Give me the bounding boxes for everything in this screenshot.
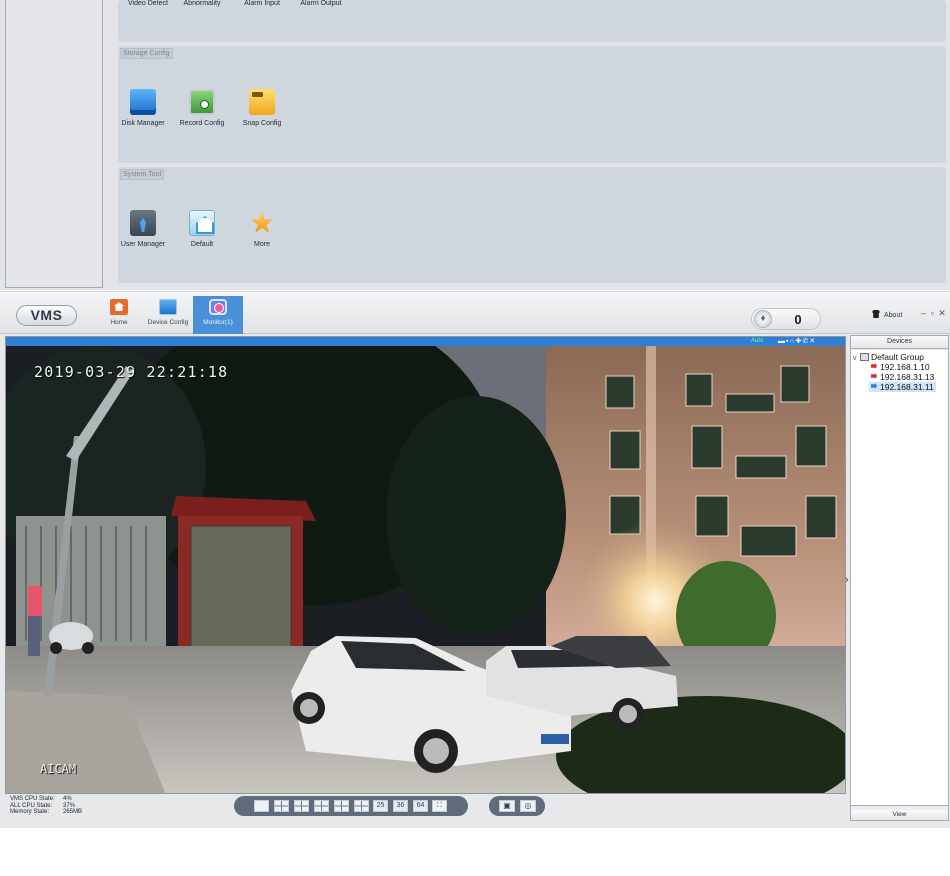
alarm-output-label[interactable]: Alarm Output bbox=[291, 0, 351, 7]
window-controls[interactable]: – ▫ ✕ bbox=[921, 308, 947, 319]
device-item-selected[interactable]: 192.168.31.11 bbox=[869, 382, 936, 392]
disk-manager-label: Disk Manager bbox=[121, 120, 165, 127]
view-button[interactable]: View bbox=[851, 810, 948, 820]
camera-feed-image bbox=[6, 346, 845, 793]
layout-4-icon[interactable] bbox=[274, 800, 289, 812]
user-manager-icon bbox=[130, 210, 156, 236]
device-item[interactable]: 192.168.1.10 bbox=[869, 362, 932, 372]
vms-logo: VMS bbox=[16, 305, 77, 326]
fullscreen-icon[interactable]: ⛶ bbox=[432, 800, 447, 812]
layout-1-icon[interactable] bbox=[254, 800, 269, 812]
layout-16-icon[interactable] bbox=[354, 800, 369, 812]
video-toolbar: Auto ▬▪∩✚✆✕ bbox=[6, 337, 845, 346]
record-config-label: Record Config bbox=[179, 120, 225, 127]
user-manager-label: User Manager bbox=[120, 241, 166, 248]
device-item[interactable]: 192.168.31.13 bbox=[869, 372, 936, 382]
group-label: Default Group bbox=[871, 352, 924, 362]
alarm-bulb-icon: ♦ bbox=[754, 310, 772, 328]
device-tree: v Default Group 192.168.1.10 192.168.31.1… bbox=[851, 350, 948, 806]
refresh-icon[interactable]: ◎ bbox=[520, 800, 536, 812]
layout-9-icon[interactable] bbox=[334, 800, 349, 812]
layout-toolbar: 25 36 64 ⛶ bbox=[234, 796, 468, 816]
collapse-panel-arrow-icon[interactable]: › bbox=[845, 574, 849, 586]
monitor-icon bbox=[209, 299, 227, 315]
record-config-icon bbox=[189, 89, 215, 115]
device-ip: 192.168.31.13 bbox=[880, 372, 935, 382]
system-status: VMS CPU State: 4% ALL CPU State: 37% Memor… bbox=[10, 796, 82, 816]
more-label: More bbox=[254, 241, 270, 248]
disk-manager-button[interactable]: Disk Manager bbox=[113, 89, 173, 127]
alarm-input-label[interactable]: Alarm Input bbox=[232, 0, 292, 7]
group-icon bbox=[860, 353, 869, 361]
snap-config-button[interactable]: Snap Config bbox=[232, 89, 292, 127]
alarm-indicator[interactable]: ♦ 0 bbox=[751, 308, 821, 330]
default-label: Default bbox=[190, 241, 214, 248]
camera-offline-icon bbox=[871, 363, 877, 369]
chevron-down-icon[interactable]: v bbox=[853, 355, 860, 362]
camera-offline-icon bbox=[871, 373, 877, 379]
about-label: About bbox=[884, 312, 903, 319]
system-tool-panel: System Tool User Manager Default More bbox=[118, 167, 946, 283]
config-category-list[interactable] bbox=[5, 0, 103, 288]
devices-panel: Devices v Default Group 192.168.1.10 192.… bbox=[850, 335, 949, 821]
tshirt-icon bbox=[872, 310, 880, 318]
snap-config-label: Snap Config bbox=[242, 120, 282, 127]
all-cpu-value: 37% bbox=[63, 802, 76, 809]
snap-config-icon bbox=[249, 89, 275, 115]
stream-status: Auto bbox=[751, 338, 764, 344]
tree-group-default[interactable]: v Default Group bbox=[853, 352, 924, 362]
device-ip: 192.168.31.11 bbox=[880, 382, 934, 392]
storage-config-panel: Storage Config Disk Manager Record Confi… bbox=[118, 46, 946, 163]
user-manager-button[interactable]: User Manager bbox=[113, 210, 173, 248]
device-config-icon bbox=[159, 299, 177, 315]
memory-value: 265MB bbox=[63, 809, 83, 815]
more-button[interactable]: More bbox=[232, 210, 292, 248]
video-detect-label[interactable]: Video Detect bbox=[118, 0, 178, 7]
vms-main-window: VMS Home Device Config Monitor(1) ♦ 0 Ab… bbox=[0, 291, 950, 828]
video-window[interactable]: Auto ▬▪∩✚✆✕ 2019-03-29 22:21:18 AICAM bbox=[5, 336, 846, 794]
osd-camera-name: AICAM bbox=[40, 762, 77, 776]
layout-64-button[interactable]: 64 bbox=[413, 800, 428, 812]
default-icon bbox=[189, 210, 215, 236]
vms-cpu-value: 4% bbox=[63, 796, 72, 802]
layout-25-button[interactable]: 25 bbox=[373, 800, 388, 812]
save-layout-icon[interactable]: ▣ bbox=[499, 800, 515, 812]
osd-timestamp: 2019-03-29 22:21:18 bbox=[34, 363, 229, 381]
nav-home-label: Home bbox=[110, 319, 128, 326]
record-config-button[interactable]: Record Config bbox=[172, 89, 232, 127]
device-ip: 192.168.1.10 bbox=[880, 362, 930, 372]
nav-monitor[interactable]: Monitor(1) bbox=[193, 296, 243, 334]
alarm-config-panel: Video Detect Abnormality Alarm Input Ala… bbox=[118, 0, 946, 42]
video-toolbar-icons[interactable]: ▬▪∩✚✆✕ bbox=[778, 337, 816, 346]
device-config-window: Video Detect Abnormality Alarm Input Ala… bbox=[0, 0, 950, 290]
home-icon bbox=[110, 299, 128, 315]
more-star-icon bbox=[249, 210, 275, 236]
nav-device-config[interactable]: Device Config bbox=[143, 296, 193, 334]
nav-device-config-label: Device Config bbox=[147, 319, 189, 326]
layout-36-button[interactable]: 36 bbox=[393, 800, 408, 812]
about-button[interactable]: About bbox=[872, 310, 902, 319]
title-bar: VMS Home Device Config Monitor(1) ♦ 0 Ab… bbox=[0, 291, 950, 334]
alarm-count: 0 bbox=[794, 312, 802, 327]
misc-toolbar: ▣ ◎ bbox=[489, 796, 545, 816]
system-tool-title: System Tool bbox=[120, 169, 164, 180]
nav-home[interactable]: Home bbox=[94, 296, 144, 334]
disk-manager-icon bbox=[130, 89, 156, 115]
layout-6-icon[interactable] bbox=[294, 800, 309, 812]
screen: Video Detect Abnormality Alarm Input Ala… bbox=[0, 0, 950, 876]
camera-online-icon bbox=[871, 383, 877, 389]
memory-label: Memory State: bbox=[10, 809, 50, 815]
abnormality-label[interactable]: Abnormality bbox=[172, 0, 232, 7]
nav-monitor-label: Monitor(1) bbox=[203, 319, 233, 326]
storage-config-title: Storage Config bbox=[120, 48, 173, 59]
layout-8-icon[interactable] bbox=[314, 800, 329, 812]
default-button[interactable]: Default bbox=[172, 210, 232, 248]
devices-tab[interactable]: Devices bbox=[851, 336, 948, 349]
